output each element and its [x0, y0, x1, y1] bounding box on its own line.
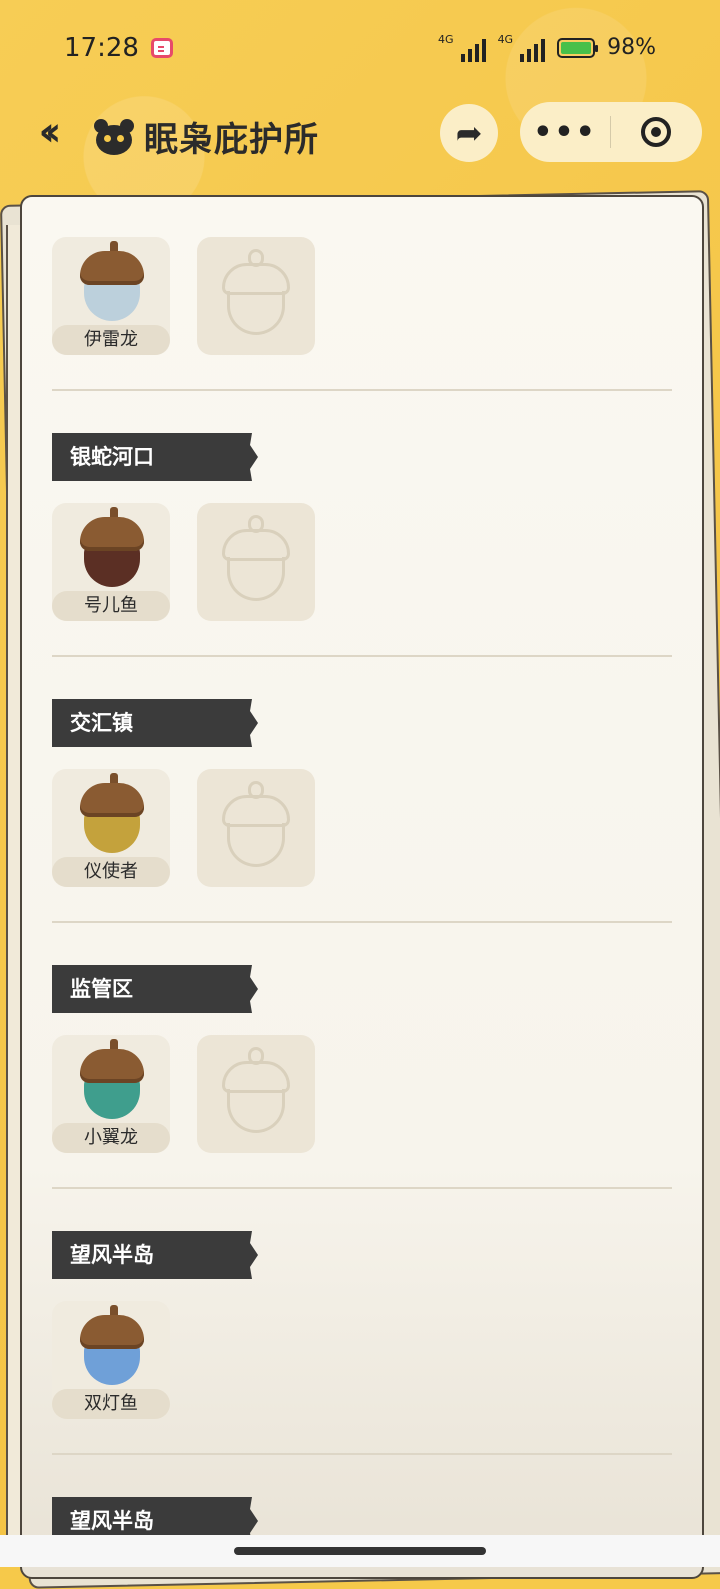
creature-grid: 仪使者 [52, 769, 672, 887]
share-arrow-icon: ➦ [455, 114, 483, 152]
acorn-creature-icon [80, 241, 144, 321]
acorn-placeholder-icon [222, 1047, 290, 1137]
creature-grid: 小翼龙 [52, 1035, 672, 1153]
acorn-creature-icon [80, 1039, 144, 1119]
region-section: 望风半岛 双灯鱼 [52, 1189, 672, 1455]
creature-card[interactable]: 伊雷龙 [52, 237, 170, 355]
more-dots-icon: ••• [533, 114, 597, 150]
page-title: 眠枭庇护所 [144, 120, 319, 160]
creature-grid: 伊雷龙 [52, 237, 672, 355]
acorn-placeholder-icon [222, 781, 290, 871]
back-button[interactable]: ‹‹ [22, 109, 68, 155]
creature-grid: 双灯鱼 [52, 1301, 672, 1419]
region-label: 交汇镇 [52, 699, 258, 747]
battery-icon [557, 37, 599, 58]
creature-name: 小翼龙 [52, 1123, 170, 1153]
region-label: 银蛇河口 [52, 433, 258, 481]
tv-app-icon [150, 37, 173, 58]
creature-grid: 号儿鱼 [52, 503, 672, 621]
creature-card[interactable]: 号儿鱼 [52, 503, 170, 621]
region-section: 伊雷龙 [52, 237, 672, 391]
acorn-placeholder-icon [222, 249, 290, 339]
creature-name: 号儿鱼 [52, 591, 170, 621]
region-section: 监管区 小翼龙 [52, 923, 672, 1189]
status-time: 17:28 [64, 32, 139, 63]
creature-name: 仪使者 [52, 857, 170, 887]
creature-name: 双灯鱼 [52, 1389, 170, 1419]
region-section: 银蛇河口 号儿鱼 [52, 391, 672, 657]
empty-slot[interactable] [197, 769, 315, 887]
close-button[interactable] [611, 102, 701, 162]
collection-panel: 伊雷龙 银蛇河口 号儿鱼 交汇镇 仪使者 监管区 小翼龙 望风半岛 双灯鱼 望风半岛 [20, 195, 704, 1579]
acorn-placeholder-icon [222, 515, 290, 605]
battery-percent: 98% [607, 35, 656, 60]
region-label: 望风半岛 [52, 1231, 258, 1279]
creature-card[interactable]: 双灯鱼 [52, 1301, 170, 1419]
empty-slot[interactable] [197, 237, 315, 355]
mini-program-capsule: ••• [520, 102, 702, 162]
target-icon [641, 117, 671, 147]
status-bar: 17:28 4G 4G 98% [0, 0, 720, 95]
acorn-creature-icon [80, 507, 144, 587]
signal-icon-2: 4G [498, 33, 546, 62]
collection-list: 伊雷龙 银蛇河口 号儿鱼 交汇镇 仪使者 监管区 小翼龙 望风半岛 双灯鱼 望风半岛 [52, 237, 672, 1567]
owl-logo-icon [92, 118, 136, 155]
region-section: 交汇镇 仪使者 [52, 657, 672, 923]
home-indicator[interactable] [234, 1547, 486, 1555]
more-button[interactable]: ••• [520, 102, 610, 162]
acorn-creature-icon [80, 1305, 144, 1385]
empty-slot[interactable] [197, 503, 315, 621]
acorn-creature-icon [80, 773, 144, 853]
creature-card[interactable]: 仪使者 [52, 769, 170, 887]
creature-name: 伊雷龙 [52, 325, 170, 355]
signal-icon-1: 4G [438, 33, 486, 62]
empty-slot[interactable] [197, 1035, 315, 1153]
creature-card[interactable]: 小翼龙 [52, 1035, 170, 1153]
region-label: 监管区 [52, 965, 258, 1013]
nav-bar: ‹‹ 眠枭庇护所 ➦ ••• [0, 100, 720, 166]
share-button[interactable]: ➦ [440, 104, 498, 162]
double-chevron-left-icon: ‹‹ [38, 109, 62, 155]
